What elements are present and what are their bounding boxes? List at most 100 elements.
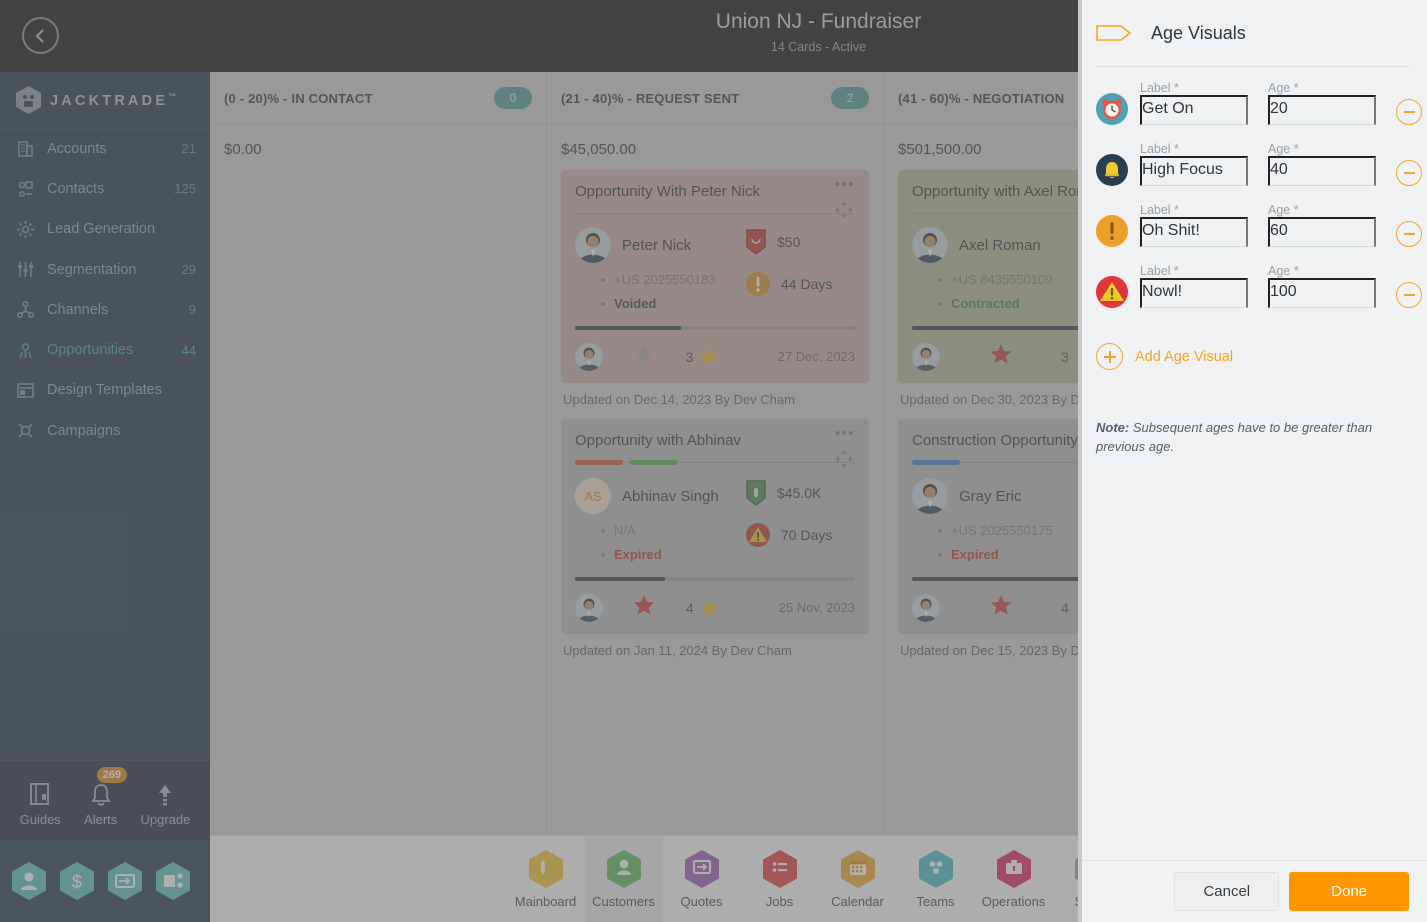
card-amount: $45.0K [777, 485, 822, 501]
avatar [912, 227, 948, 263]
card-amount-row: $45.0K [745, 480, 855, 506]
opportunity-card[interactable]: ••• Opportunity with Abhinav AS Abhinav Sin… [561, 419, 869, 634]
card-contact: Peter Nick +US 2025550183 Voided [575, 227, 745, 320]
age-caption: Age * [1268, 81, 1299, 95]
card-person-name: Peter Nick [622, 236, 692, 254]
card-menu-button[interactable]: ••• [835, 177, 855, 192]
card-rating-count: 4 [685, 599, 694, 616]
shield-green-icon [746, 480, 766, 506]
remove-age-visual-button[interactable] [1396, 221, 1422, 247]
card-menu-button[interactable]: ••• [835, 426, 855, 441]
remove-age-visual-button[interactable] [1396, 99, 1422, 125]
add-age-visual-button[interactable]: Add Age Visual [1096, 343, 1410, 370]
age-input[interactable] [1268, 278, 1376, 308]
alerts-label: Alerts [84, 811, 118, 827]
board-column: (21 - 40)% - REQUEST SENT 2 $45,050.00 ••• O… [547, 72, 884, 835]
tag-outline-icon [1096, 25, 1132, 41]
upgrade-label: Upgrade [140, 811, 191, 827]
remove-age-visual-button[interactable] [1396, 282, 1422, 308]
status-badge: Voided [614, 296, 657, 311]
age-input[interactable] [1268, 156, 1376, 186]
age-input[interactable] [1268, 95, 1376, 125]
person-photo-icon [575, 227, 611, 263]
label-input[interactable] [1140, 156, 1248, 186]
status-badge: Expired [951, 547, 999, 562]
shield-red-icon [746, 229, 766, 255]
appbar-item-customers[interactable]: Customers [584, 835, 663, 922]
label-input[interactable] [1140, 95, 1248, 125]
age-visual-icon[interactable] [1096, 203, 1140, 252]
age-input[interactable] [1268, 217, 1376, 247]
appbar-item-mainboard[interactable]: Mainboard [507, 836, 585, 922]
sidebar-item-channels[interactable]: Channels 9 [0, 290, 210, 331]
bullet-dot-icon [938, 277, 942, 282]
label-input[interactable] [1140, 217, 1248, 247]
age-visual-label-field: Label * [1140, 264, 1248, 308]
panel-resize-handle[interactable] [1078, 0, 1082, 922]
column-cards: ••• Opportunity With Peter Nick Peter Nick… [547, 170, 883, 658]
age-visual-icon[interactable] [1096, 142, 1140, 191]
cancel-button[interactable]: Cancel [1174, 872, 1280, 911]
card-contact: Gray Eric +US 2025550175 Expired [912, 478, 1082, 571]
sidebar-item-lead-generation[interactable]: Lead Generation [0, 210, 210, 250]
age-visual-age-field: Age * [1268, 81, 1376, 125]
payment-hex-icon[interactable] [108, 862, 142, 900]
appbar-item-calendar[interactable]: Calendar [819, 836, 897, 922]
label-caption: Label * [1140, 264, 1179, 278]
age-visual-icon[interactable] [1096, 264, 1140, 313]
sidebar-topbar [0, 0, 210, 72]
card-person: Axel Roman [912, 227, 1082, 263]
workflow-hex-icon[interactable] [156, 862, 190, 900]
sidebar-item-accounts[interactable]: Accounts 21 [0, 129, 210, 170]
card-progress-bar [575, 577, 855, 581]
sidebar-item-label: Campaigns [47, 422, 121, 439]
brand-tm: ™ [168, 91, 177, 101]
remove-age-visual-button[interactable] [1396, 160, 1422, 186]
sidebar-item-design-templates[interactable]: Design Templates [0, 371, 210, 412]
sidebar-item-alerts[interactable]: 269 Alerts [84, 766, 127, 827]
back-button[interactable] [22, 17, 59, 54]
bullet-dot-icon [601, 552, 605, 557]
person-hex-icon[interactable] [12, 862, 46, 900]
card-status-row: Expired [601, 547, 745, 562]
card-days-row: 44 Days [745, 271, 855, 297]
column-title: (21 - 40)% - REQUEST SENT [561, 90, 740, 106]
card-flag-star[interactable] [603, 342, 685, 371]
sidebar-item-campaigns[interactable]: Campaigns [0, 411, 210, 452]
opportunity-card[interactable]: ••• Opportunity With Peter Nick Peter Nick… [561, 170, 869, 383]
board-column: (0 - 20)% - IN CONTACT 0 $0.00 [210, 72, 547, 835]
bullet-dot-icon [601, 301, 605, 306]
done-button[interactable]: Done [1289, 872, 1409, 911]
channels-icon [16, 301, 35, 319]
card-flag-star[interactable] [940, 593, 1061, 622]
card-flag-star[interactable] [603, 593, 686, 622]
age-visual-icon[interactable] [1096, 81, 1140, 130]
card-flag-star[interactable] [940, 342, 1061, 371]
age-visual-label-field: Label * [1140, 203, 1248, 247]
card-metrics: $50 44 Days [745, 227, 855, 320]
chevron-left-icon [35, 28, 44, 43]
sidebar-item-opportunities[interactable]: Opportunities 44 [0, 330, 210, 371]
person-photo-icon [912, 478, 948, 514]
card-details: N/A Expired [601, 523, 745, 562]
bullet-dot-icon [938, 528, 942, 533]
appbar-item-operations[interactable]: Operations [975, 836, 1053, 922]
column-header: (21 - 40)% - REQUEST SENT 2 [547, 72, 883, 125]
appbar-item-quotes[interactable]: Quotes [663, 836, 741, 922]
sidebar-item-guides[interactable]: Guides [20, 775, 61, 827]
appbar-item-teams[interactable]: Teams [897, 836, 975, 922]
dollar-hex-icon[interactable]: $ [60, 862, 94, 900]
sidebar-item-contacts[interactable]: Contacts 125 [0, 169, 210, 210]
card-segment [575, 460, 623, 465]
age-caption: Age * [1268, 142, 1299, 156]
sidebar-item-segmentation[interactable]: Segmentation 29 [0, 250, 210, 291]
sidebar-item-upgrade[interactable]: Upgrade [140, 775, 190, 827]
status-badge: Expired [614, 547, 662, 562]
appbar-item-jobs[interactable]: Jobs [741, 836, 819, 922]
label-input[interactable] [1140, 278, 1248, 308]
card-rating: 3 [685, 346, 719, 367]
note-body: Subsequent ages have to be greater than … [1096, 420, 1373, 454]
star-icon [990, 595, 1012, 615]
guides-label: Guides [19, 811, 61, 827]
card-footer: 3 27 Dec, 2023 [575, 330, 855, 383]
